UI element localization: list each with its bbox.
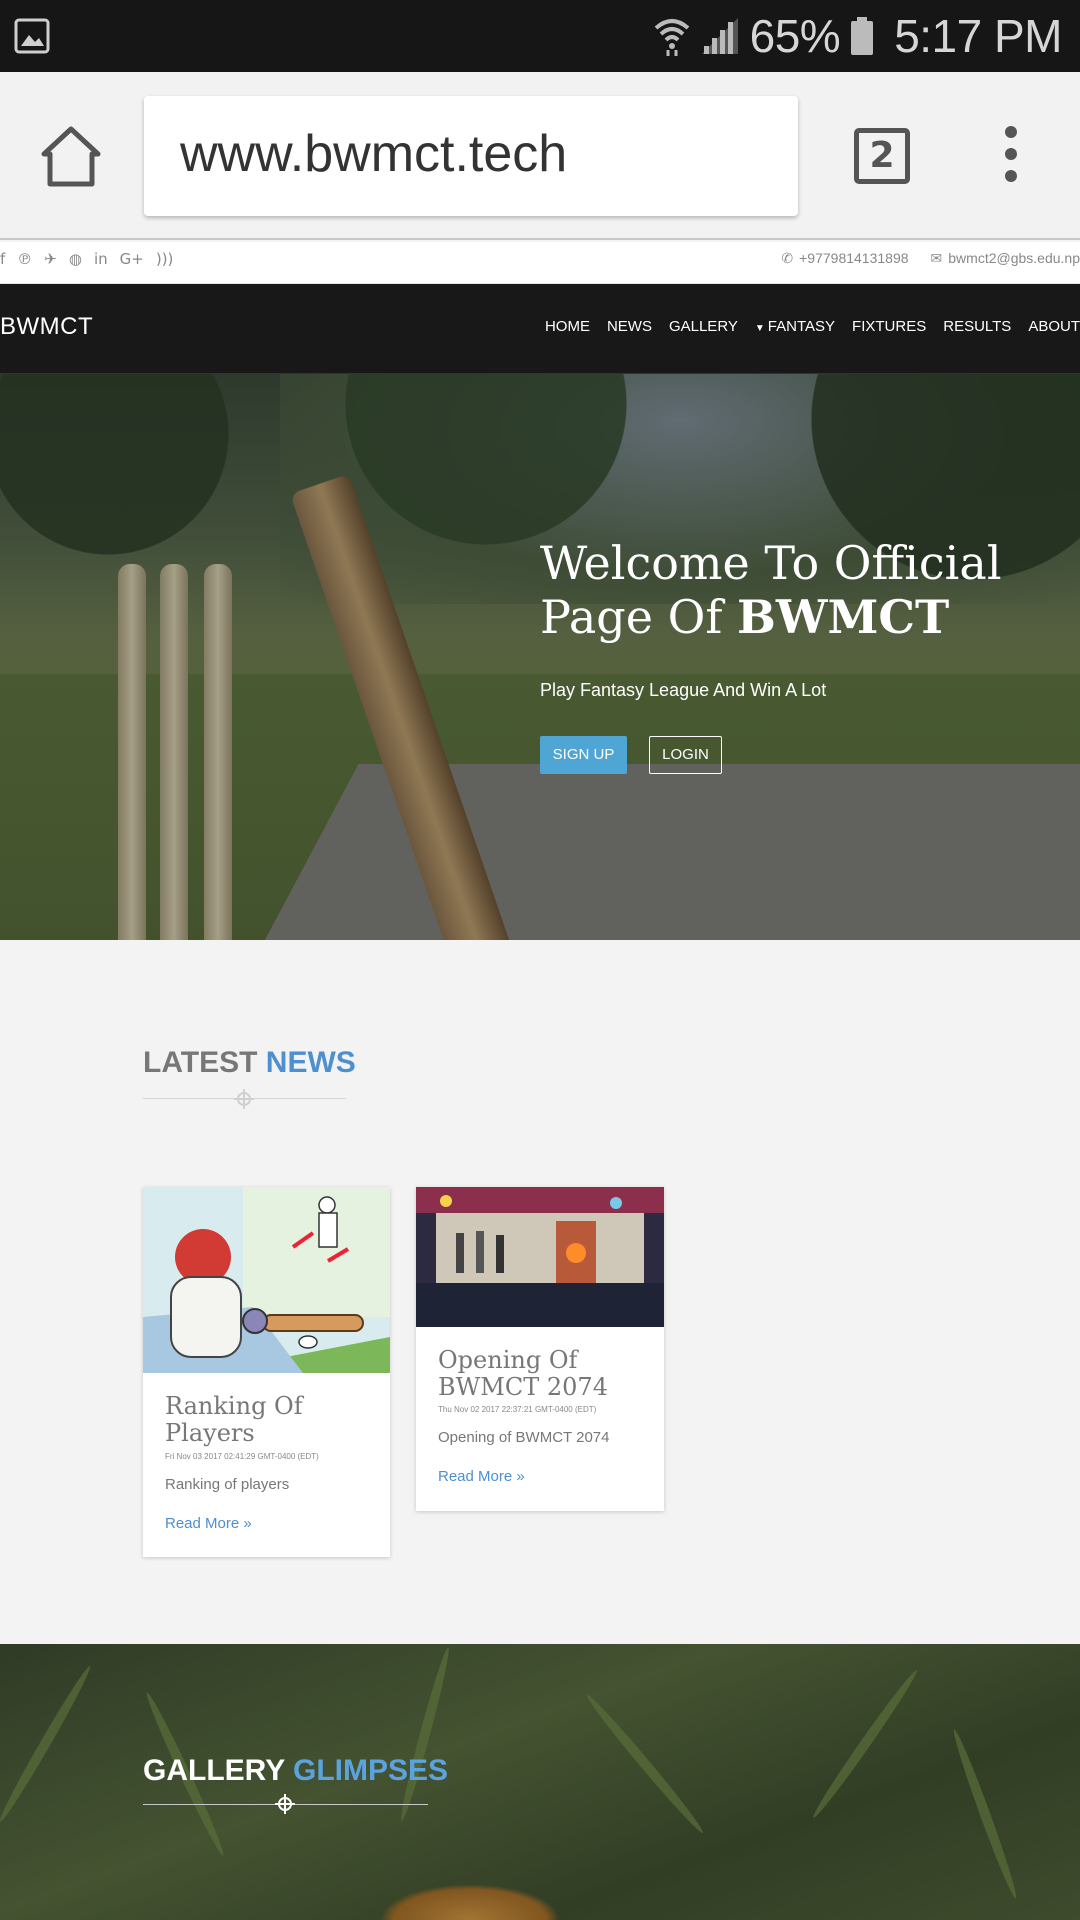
address-bar[interactable]: www.bwmct.tech [144,96,798,216]
email-address: bwmct2@gbs.edu.np [948,250,1080,266]
overflow-menu-icon[interactable] [1000,126,1022,190]
phone-icon: ✆ [781,251,794,267]
nav-fantasy[interactable]: ▼ FANTASY [755,318,835,335]
news-title-plain: LATEST [143,1046,266,1079]
home-icon[interactable] [38,124,104,190]
gallery-title-accent: GLIMPSES [293,1754,449,1787]
news-card-excerpt: Opening of BWMCT 2074 [438,1429,610,1446]
dribbble-icon[interactable]: ◍ [69,250,82,268]
contact-info: ✆ +9779814131898 ✉ bwmct2@gbs.edu.np [781,250,1080,267]
news-title-accent: NEWS [265,1046,356,1079]
site-navbar: BWMCT HOME NEWS GALLERY ▼ FANTASY FIXTURE… [0,284,1080,374]
url-text: www.bwmct.tech [180,125,568,183]
hero-title-line1: Welcome To Official [540,536,1002,590]
signal-icon [701,18,738,54]
news-card-date: Fri Nov 03 2017 02:41:29 GMT-0400 (EDT) [165,1452,319,1461]
news-card-title[interactable]: Ranking Of Players [165,1393,365,1447]
nav-fixtures[interactable]: FIXTURES [852,318,926,335]
read-more-link[interactable]: Read More » [438,1468,525,1485]
login-button[interactable]: LOGIN [649,736,722,774]
gallery-section: GALLERY GLIMPSES [0,1644,1080,1920]
email-icon: ✉ [930,251,943,267]
wifi-icon [654,19,689,56]
crosshair-icon [275,1794,295,1814]
twitter-icon[interactable]: ✈ [44,250,57,268]
nav-about[interactable]: ABOUT [1028,318,1080,335]
news-card-excerpt: Ranking of players [165,1476,290,1493]
crosshair-icon [234,1089,254,1109]
caret-down-icon: ▼ [754,323,765,334]
read-more-link[interactable]: Read More » [165,1515,252,1532]
nav-fantasy-label: FANTASY [767,318,836,335]
gallery-section-title: GALLERY GLIMPSES [143,1754,448,1788]
facebook-icon[interactable]: f [0,250,5,268]
hero-subtitle: Play Fantasy League And Win A Lot [540,680,827,700]
pinterest-icon[interactable]: ℗ [17,250,32,268]
nav-results[interactable]: RESULTS [943,318,1011,335]
gallery-title-plain: GALLERY [143,1754,294,1787]
site-brand[interactable]: BWMCT [0,313,93,341]
nav-news[interactable]: NEWS [607,318,652,335]
battery-percent: 65% [749,10,841,62]
battery-icon [851,17,874,55]
news-card-date: Thu Nov 02 2017 22:37:21 GMT-0400 (EDT) [438,1405,597,1414]
hero-title: Welcome To Official Page Of BWMCT [540,536,1060,644]
news-card[interactable]: Ranking Of Players Fri Nov 03 2017 02:41… [143,1187,390,1557]
news-card-title[interactable]: Opening Of BWMCT 2074 [438,1347,638,1401]
news-card[interactable]: Opening Of BWMCT 2074 Thu Nov 02 2017 22… [416,1187,664,1511]
linkedin-icon[interactable]: in [94,250,108,268]
image-notification-icon [14,18,50,54]
clock: 5:17 PM [894,10,1062,62]
hero-banner: Welcome To Official Page Of BWMCT Play F… [0,374,1080,940]
nav-gallery[interactable]: GALLERY [669,318,738,335]
hero-title-prefix: Page Of [540,590,737,644]
phone-number: +9779814131898 [799,250,909,266]
main-nav: HOME NEWS GALLERY ▼ FANTASY FIXTURES RESU… [545,318,1080,335]
nav-home[interactable]: HOME [545,318,590,335]
hero-overlay [0,374,1080,940]
news-card-image [143,1187,390,1373]
news-section-title: LATEST NEWS [143,1046,356,1080]
social-links: f ℗ ✈ ◍ in G+ ))) [0,250,173,268]
top-info-bar: f ℗ ✈ ◍ in G+ ))) ✆ +9779814131898 ✉ bwmct… [0,242,1080,284]
google-plus-icon[interactable]: G+ [120,250,144,268]
status-bar: 65% 5:17 PM [0,0,1080,72]
signup-button[interactable]: SIGN UP [540,736,627,774]
tab-switcher-button[interactable]: 2 [854,128,910,184]
browser-toolbar: www.bwmct.tech 2 [0,72,1080,240]
hero-title-brand: BWMCT [736,590,950,644]
rss-icon[interactable]: ))) [156,250,174,268]
news-card-image [416,1187,664,1327]
